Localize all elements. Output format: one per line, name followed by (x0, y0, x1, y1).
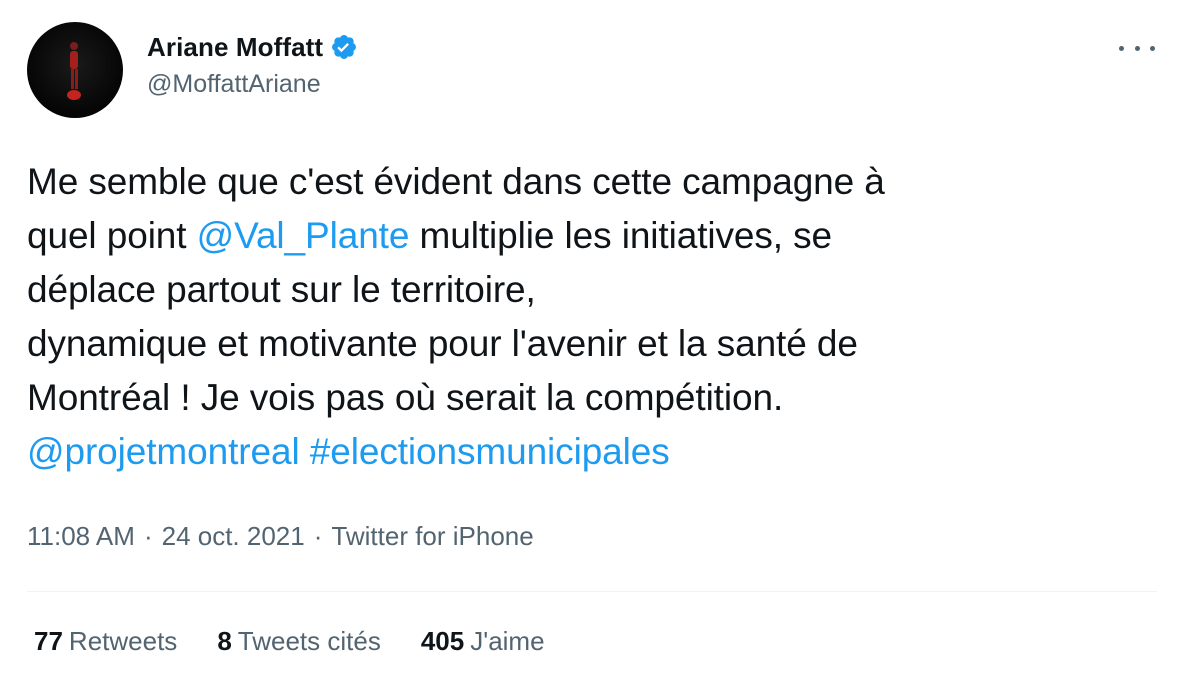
more-dot (1119, 45, 1124, 51)
tweet-text-segment (300, 431, 310, 472)
tweet-date[interactable]: 24 oct. 2021 (162, 521, 305, 551)
quote-tweets-count: 8 (217, 626, 232, 656)
name-row: Ariane Moffatt (147, 30, 358, 64)
tweet-text-segment: quel point (27, 215, 197, 256)
avatar-figure (67, 42, 81, 100)
mention-link[interactable]: @projetmontreal (27, 431, 300, 472)
likes-label: J'aime (470, 626, 545, 656)
retweets-label: Retweets (68, 626, 178, 656)
verified-badge-icon (332, 35, 357, 59)
author-handle[interactable]: @MoffattAriane (147, 70, 358, 99)
tweet-text-line: déplace partout sur le territoire, (27, 263, 1137, 317)
hashtag-link[interactable]: #electionsmunicipales (310, 431, 670, 472)
tweet-text: Me semble que c'est évident dans cette c… (27, 155, 1137, 479)
tweet-text-line: Montréal ! Je vois pas où serait la comp… (27, 371, 1137, 425)
tweet-meta: 11:08 AM · 24 oct. 2021 · Twitter for iPhone (27, 521, 534, 552)
meta-separator: · (143, 521, 153, 551)
tweet-stats: 77 Retweets 8 Tweets cités 405 J'aime (34, 626, 585, 657)
mention-link[interactable]: @Val_Plante (197, 215, 410, 256)
tweet-time[interactable]: 11:08 AM (27, 521, 135, 551)
tweet-text-segment: multiplie les initiatives, se (409, 215, 833, 256)
tweet-text-line: dynamique et motivante pour l'avenir et … (27, 317, 1137, 371)
retweets-stat[interactable]: 77 Retweets (34, 626, 177, 657)
tweet-text-line: @projetmontreal #electionsmunicipales (27, 425, 1137, 479)
tweet-text-segment: Montréal ! Je vois pas où serait la comp… (27, 377, 784, 418)
tweet-source[interactable]: Twitter for iPhone (331, 521, 533, 551)
author-display-name[interactable]: Ariane Moffatt (147, 32, 323, 63)
quote-tweets-stat[interactable]: 8 Tweets cités (217, 626, 381, 657)
quote-tweets-label: Tweets cités (237, 626, 381, 656)
more-options-icon[interactable] (1117, 36, 1157, 60)
tweet-text-segment: dynamique et motivante pour l'avenir et … (27, 323, 858, 364)
more-dot (1134, 45, 1140, 51)
retweets-count: 77 (34, 626, 63, 656)
meta-separator: · (313, 521, 323, 551)
tweet-text-segment: déplace partout sur le territoire, (27, 269, 536, 310)
author-block[interactable]: Ariane Moffatt @MoffattAriane (147, 30, 358, 99)
tweet-text-line: quel point @Val_Plante multiplie les ini… (27, 209, 1137, 263)
tweet-header: Ariane Moffatt @MoffattAriane (27, 22, 1157, 118)
tweet-text-segment: Me semble que c'est évident dans cette c… (27, 161, 885, 202)
tweet-text-line: Me semble que c'est évident dans cette c… (27, 155, 1137, 209)
divider (27, 591, 1157, 592)
likes-count: 405 (420, 626, 465, 656)
more-dot (1150, 45, 1155, 51)
avatar[interactable] (27, 22, 123, 118)
likes-stat[interactable]: 405 J'aime (421, 626, 545, 657)
